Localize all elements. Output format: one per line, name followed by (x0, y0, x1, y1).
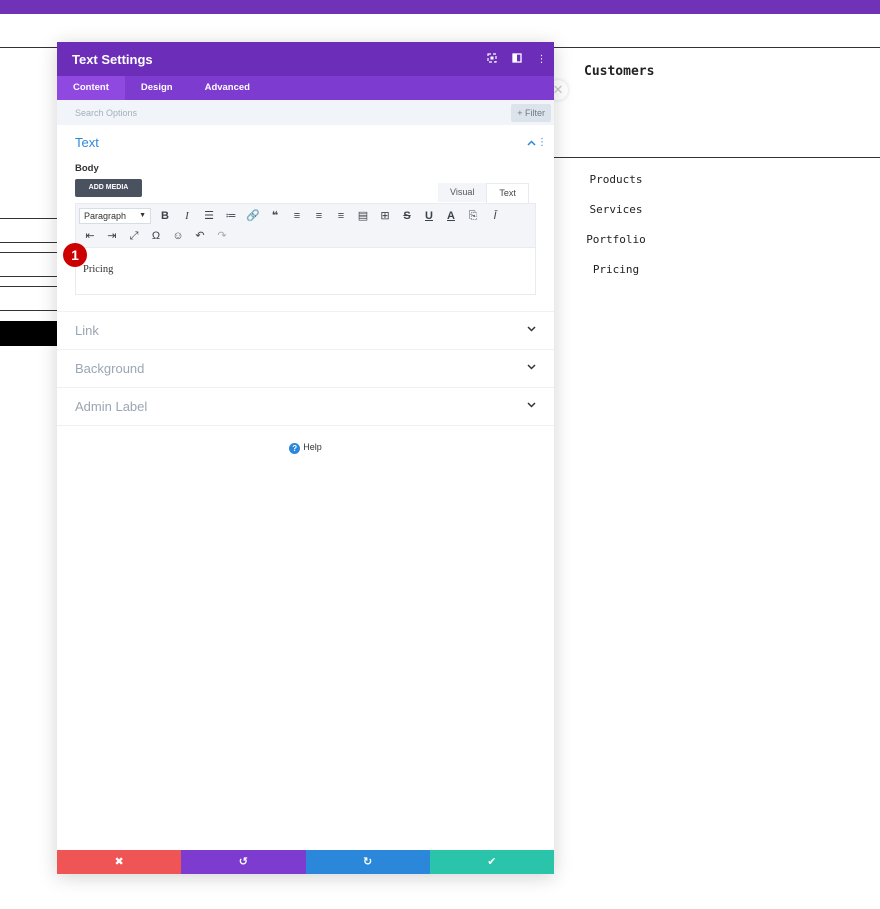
section-link-label: Link (75, 323, 99, 338)
discard-button[interactable]: ✖ (57, 850, 182, 874)
section-menu-icon[interactable]: ⋮ (537, 137, 547, 148)
section-admin-label[interactable]: Admin Label (57, 387, 554, 426)
text-color-icon[interactable]: A (440, 207, 462, 225)
indent-icon[interactable]: ⇤ (79, 227, 101, 245)
filter-button[interactable]: + Filter (511, 103, 551, 122)
page-heading: Customers (584, 64, 655, 79)
collapsed-sections: Link Background Admin Label (57, 311, 554, 426)
help-icon: ? (289, 443, 301, 454)
justify-icon[interactable]: ▤ (352, 207, 374, 225)
format-select[interactable]: Paragraph ▼ (79, 208, 151, 224)
more-options-icon[interactable]: ⋮ (529, 54, 554, 65)
help-label: Help (303, 442, 322, 452)
align-left-icon[interactable]: ≡ (286, 207, 308, 225)
menu-item-services[interactable]: Services (556, 203, 676, 216)
tab-visual[interactable]: Visual (438, 183, 487, 202)
menu-item-pricing[interactable]: Pricing (556, 263, 676, 276)
chevron-down-icon (527, 400, 536, 411)
emoji-icon[interactable]: ☺ (167, 227, 189, 245)
modal-tabs: Content Design Advanced (57, 76, 554, 100)
outdent-icon[interactable]: ⇥ (101, 227, 123, 245)
clear-format-icon[interactable]: Ī (484, 207, 506, 225)
bg-line (0, 276, 57, 277)
body-label: Body (75, 163, 99, 174)
link-icon[interactable]: 🔗 (242, 207, 264, 225)
bullet-list-icon[interactable]: ☰ (198, 207, 220, 225)
text-settings-modal: Text Settings ⋮ Content Design Advanced … (57, 42, 554, 874)
chevron-down-icon (527, 324, 536, 335)
section-link[interactable]: Link (57, 311, 554, 349)
search-input[interactable]: Search Options (75, 108, 137, 118)
undo-icon[interactable]: ↶ (189, 227, 211, 245)
modal-footer: ✖ ↺ ↻ ✔ (57, 850, 554, 874)
modal-title: Text Settings (72, 51, 153, 67)
underline-icon[interactable]: U (418, 207, 440, 225)
section-admin-label-text: Admin Label (75, 399, 148, 414)
fullscreen-icon[interactable] (479, 52, 504, 66)
numbered-list-icon[interactable]: ≔ (220, 207, 242, 225)
format-select-value: Paragraph (84, 211, 127, 221)
align-center-icon[interactable]: ≡ (308, 207, 330, 225)
tab-content[interactable]: Content (57, 76, 125, 100)
tab-advanced[interactable]: Advanced (189, 76, 266, 100)
bg-line (0, 252, 57, 253)
table-icon[interactable]: ⊞ (374, 207, 396, 225)
divider-menu (554, 157, 880, 158)
section-background-label: Background (75, 361, 145, 376)
rich-text-editor: Paragraph ▼ B I ☰ ≔ 🔗 ❝ ≡ ≡ ≡ ▤ ⊞ S U A ⎘… (75, 203, 536, 295)
bg-line (0, 310, 57, 311)
bg-line (0, 242, 57, 243)
fullscreen-icon[interactable]: ⤢ (123, 227, 145, 245)
editor-content: Pricing (83, 264, 114, 275)
step-badge: 1 (63, 243, 87, 267)
tab-design[interactable]: Design (125, 76, 189, 100)
bg-line (0, 218, 57, 219)
chevron-up-icon[interactable] (527, 138, 536, 149)
strikethrough-icon[interactable]: S (396, 207, 418, 225)
tab-text[interactable]: Text (486, 183, 529, 203)
redo-button[interactable]: ↻ (305, 850, 430, 874)
bg-line (0, 286, 57, 287)
editor-text-area[interactable]: Pricing (75, 247, 536, 295)
sidebar-toggle-icon[interactable] (504, 52, 529, 66)
caret-down-icon: ▼ (139, 212, 146, 219)
section-background[interactable]: Background (57, 349, 554, 387)
modal-header: Text Settings ⋮ (57, 42, 554, 76)
special-char-icon[interactable]: Ω (145, 227, 167, 245)
editor-toolbar: Paragraph ▼ B I ☰ ≔ 🔗 ❝ ≡ ≡ ≡ ▤ ⊞ S U A ⎘… (75, 203, 536, 247)
bg-black-block (0, 321, 58, 346)
search-row: Search Options + Filter (57, 100, 554, 125)
paste-text-icon[interactable]: ⎘ (462, 207, 484, 225)
save-button[interactable]: ✔ (429, 850, 554, 874)
blockquote-icon[interactable]: ❝ (264, 207, 286, 225)
add-media-button[interactable]: ADD MEDIA (75, 179, 142, 197)
menu-item-portfolio[interactable]: Portfolio (556, 233, 676, 246)
redo-icon[interactable]: ↷ (211, 227, 233, 245)
italic-icon[interactable]: I (176, 207, 198, 225)
chevron-down-icon (527, 362, 536, 373)
menu-item-products[interactable]: Products (556, 173, 676, 186)
align-right-icon[interactable]: ≡ (330, 207, 352, 225)
editor-view-tabs: Visual Text (438, 183, 529, 203)
undo-button[interactable]: ↺ (181, 850, 306, 874)
section-heading-text[interactable]: Text (75, 135, 99, 150)
help-link[interactable]: ? Help (57, 442, 554, 454)
bold-icon[interactable]: B (154, 207, 176, 225)
top-bar (0, 0, 880, 14)
